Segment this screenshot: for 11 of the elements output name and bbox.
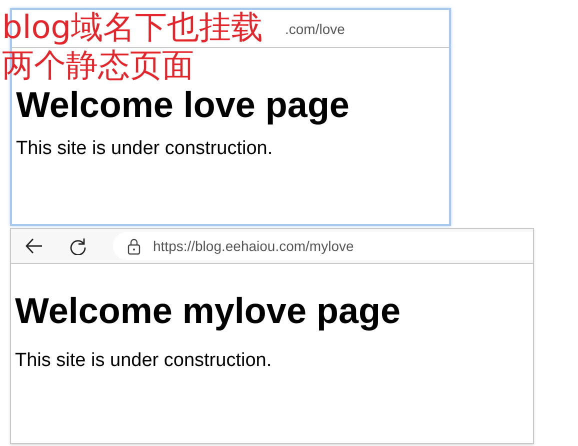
url-text: .com/love <box>285 20 345 36</box>
page-text: This site is under construction. <box>16 138 274 160</box>
page-text: This site is under construction. <box>15 350 273 372</box>
page-heading: Welcome mylove page <box>15 290 402 332</box>
lock-icon[interactable] <box>127 238 141 254</box>
annotation-text: blog域名下也挂载 <box>2 8 264 46</box>
page-heading: Welcome love page <box>16 84 350 126</box>
annotation-text: 两个静态页面 <box>2 46 194 84</box>
address-bar[interactable]: https://blog.eehaiou.com/mylove <box>113 232 533 260</box>
back-arrow-icon[interactable] <box>25 237 43 255</box>
reload-icon[interactable] <box>69 237 87 255</box>
